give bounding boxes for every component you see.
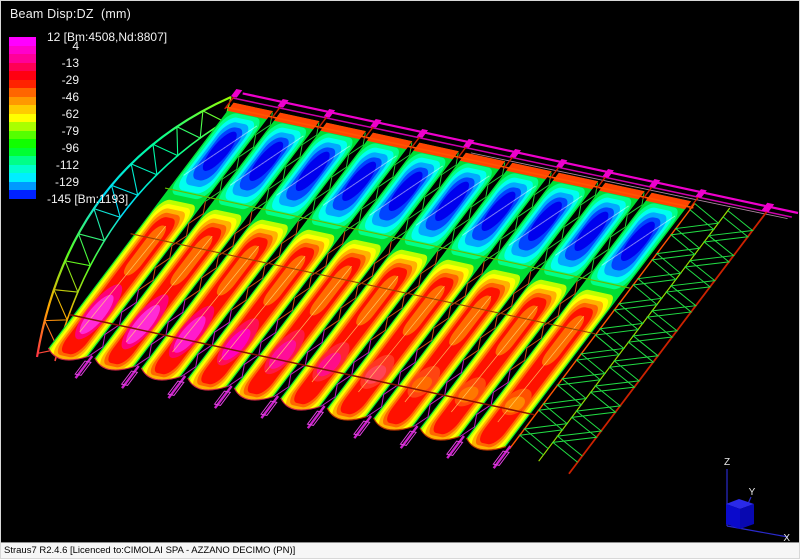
x-axis-label: X [783,533,790,542]
x-axis-line [727,526,788,537]
legend-tick-label: -79 [39,124,79,138]
legend-color-cell [9,190,36,199]
legend-color-cell [9,71,36,80]
legend-color-cell [9,63,36,72]
legend-color-cell [9,80,36,89]
legend-color-cell [9,131,36,140]
legend-color-cell [9,139,36,148]
legend-labels: 12 [Bm:4508,Nd:8807]4-13-29-46-62-79-96-… [39,37,209,207]
legend-color-cell [9,122,36,131]
result-title: Beam Disp:DZ (mm) [10,7,131,21]
legend-tick-label: -29 [39,73,79,87]
legend-color-cell [9,88,36,97]
legend-tick-label: -112 [39,158,79,172]
eave-knot [231,89,242,98]
z-axis-label: Z [724,457,730,468]
legend-tick-label: 4 [39,39,79,53]
straus7-window: Beam Disp:DZ (mm) 12 [Bm:4508,Nd:8807]4-… [0,0,800,559]
axis-triad: Z X Y [724,457,790,542]
legend-color-bar [9,37,36,199]
legend-color-cell [9,182,36,191]
legend-tick-label: -145 [Bm:1193] [47,192,128,206]
legend-color-cell [9,173,36,182]
legend-color-cell [9,114,36,123]
legend-color-cell [9,165,36,174]
model-viewport[interactable]: Beam Disp:DZ (mm) 12 [Bm:4508,Nd:8807]4-… [1,1,799,542]
legend-color-cell [9,97,36,106]
legend-color-cell [9,54,36,63]
status-bar: Straus7 R2.4.6 [Licenced to:CIMOLAI SPA … [1,542,799,558]
legend-tick-label: -46 [39,90,79,104]
legend-tick-label: -62 [39,107,79,121]
legend-tick-label: -129 [39,175,79,189]
legend-color-cell [9,105,36,114]
y-axis-label: Y [749,487,756,498]
legend-tick-label: -13 [39,56,79,70]
legend-color-cell [9,156,36,165]
legend-tick-label: -96 [39,141,79,155]
legend-color-cell [9,148,36,157]
legend-color-cell [9,46,36,55]
legend-color-cell [9,37,36,46]
